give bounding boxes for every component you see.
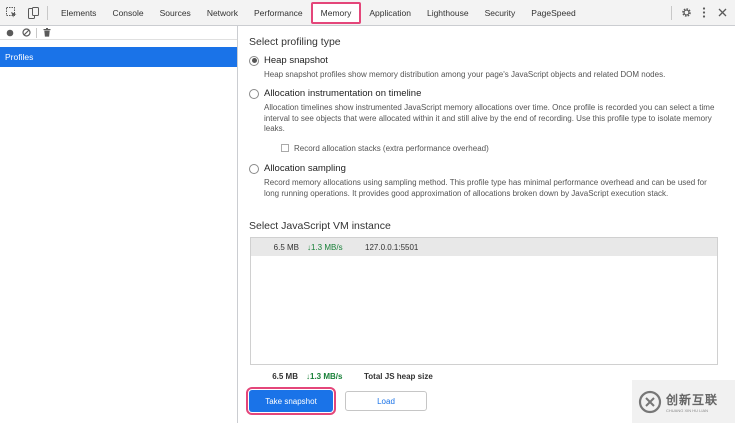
tab-label: Performance <box>254 7 303 18</box>
tab-label: Sources <box>159 7 191 18</box>
take-snapshot-button[interactable]: Take snapshot <box>246 387 336 415</box>
tab-application[interactable]: Application <box>361 0 419 26</box>
profiling-type-title: Select profiling type <box>249 36 341 48</box>
clear-icon[interactable] <box>20 27 32 39</box>
tab-label: Elements <box>61 7 97 18</box>
sidebar-toolbar <box>0 26 237 40</box>
vm-heap-rate: ↓1.3 MB/s <box>307 243 359 252</box>
option-label: Allocation instrumentation on timeline <box>264 88 422 99</box>
toolbar-divider <box>47 5 48 20</box>
heap-snapshot-radio[interactable] <box>249 55 259 66</box>
profiles-sidebar: Profiles <box>0 26 238 423</box>
tab-label: Network <box>206 7 238 18</box>
option-header[interactable]: Heap snapshot <box>249 55 724 66</box>
tab-pagespeed[interactable]: PageSpeed <box>523 0 583 26</box>
tab-label: PageSpeed <box>531 7 576 18</box>
total-heap-summary: 6.5 MB ↓1.3 MB/s Total JS heap size <box>250 372 433 381</box>
watermark-sub-text: CHUANG XIN HU LIAN <box>666 407 709 413</box>
tab-memory[interactable]: Memory <box>310 1 362 24</box>
garbage-collect-icon[interactable] <box>41 27 53 39</box>
tab-security[interactable]: Security <box>477 0 524 26</box>
kebab-menu-icon[interactable] <box>695 0 713 26</box>
tab-elements[interactable]: Elements <box>53 0 104 26</box>
tab-label: Console <box>112 7 144 18</box>
close-icon[interactable] <box>713 0 731 26</box>
sidebar-item-label: Profiles <box>5 52 34 62</box>
watermark-logo-icon <box>638 390 662 413</box>
tab-label: Lighthouse <box>426 7 469 18</box>
sidebar-item-profiles[interactable]: Profiles <box>0 47 237 67</box>
rate-value: 1.3 MB/s <box>310 372 343 381</box>
watermark-main-text: 创新互联 <box>666 392 719 407</box>
checkbox-label: Record allocation stacks (extra performa… <box>294 143 489 153</box>
total-heap-rate: ↓1.3 MB/s <box>306 372 358 381</box>
record-icon[interactable] <box>4 27 16 39</box>
option-heap-snapshot: Heap snapshot Heap snapshot profiles sho… <box>249 55 724 81</box>
option-description: Allocation timelines show instrumented J… <box>264 103 715 133</box>
vm-instance-title: Select JavaScript VM instance <box>249 220 391 232</box>
device-toolbar-icon[interactable] <box>22 0 44 26</box>
option-description: Record memory allocations using sampling… <box>264 178 707 198</box>
toolbar-divider <box>671 5 672 20</box>
inspect-element-icon[interactable] <box>0 0 22 26</box>
watermark-logo: 创新互联 CHUANG XIN HU LIAN <box>632 380 735 423</box>
watermark-text: 创新互联 CHUANG XIN HU LIAN <box>666 391 718 413</box>
tab-performance[interactable]: Performance <box>246 0 311 26</box>
load-button[interactable]: Load <box>345 391 427 411</box>
total-heap-label: Total JS heap size <box>364 372 433 381</box>
record-stacks-row[interactable]: Record allocation stacks (extra performa… <box>281 144 724 153</box>
option-allocation-sampling: Allocation sampling Record memory alloca… <box>249 163 724 199</box>
option-allocation-timeline: Allocation instrumentation on timeline A… <box>249 88 724 153</box>
tab-label: Security <box>484 7 516 18</box>
devtools-tab-bar: Elements Console Sources Network Perform… <box>0 0 735 26</box>
toolbar-right-actions <box>668 0 735 26</box>
rate-value: 1.3 MB/s <box>311 242 343 252</box>
settings-gear-icon[interactable] <box>677 0 695 26</box>
option-label: Heap snapshot <box>264 55 328 66</box>
vm-instance-row[interactable]: 6.5 MB ↓1.3 MB/s 127.0.0.1:5501 <box>251 238 717 256</box>
tab-console[interactable]: Console <box>104 0 151 26</box>
tab-label: Memory <box>320 7 352 18</box>
total-heap-size: 6.5 MB <box>272 372 298 381</box>
allocation-sampling-radio[interactable] <box>249 163 259 174</box>
record-allocation-stacks-checkbox[interactable] <box>281 144 289 152</box>
allocation-timeline-radio[interactable] <box>249 88 259 99</box>
option-description: Heap snapshot profiles show memory distr… <box>264 70 666 79</box>
tab-lighthouse[interactable]: Lighthouse <box>419 0 477 26</box>
vm-heap-size: 6.5 MB <box>273 242 299 252</box>
option-label: Allocation sampling <box>264 163 346 174</box>
vm-instance-list: 6.5 MB ↓1.3 MB/s 127.0.0.1:5501 <box>250 237 718 365</box>
vm-target-url: 127.0.0.1:5501 <box>365 242 419 252</box>
memory-panel: Select profiling type Heap snapshot Heap… <box>239 26 735 423</box>
tab-network[interactable]: Network <box>199 0 246 26</box>
tab-sources[interactable]: Sources <box>152 0 199 26</box>
option-header[interactable]: Allocation instrumentation on timeline <box>249 88 724 99</box>
tab-label: Application <box>369 7 411 18</box>
toolbar-divider <box>36 27 37 38</box>
option-header[interactable]: Allocation sampling <box>249 163 724 174</box>
